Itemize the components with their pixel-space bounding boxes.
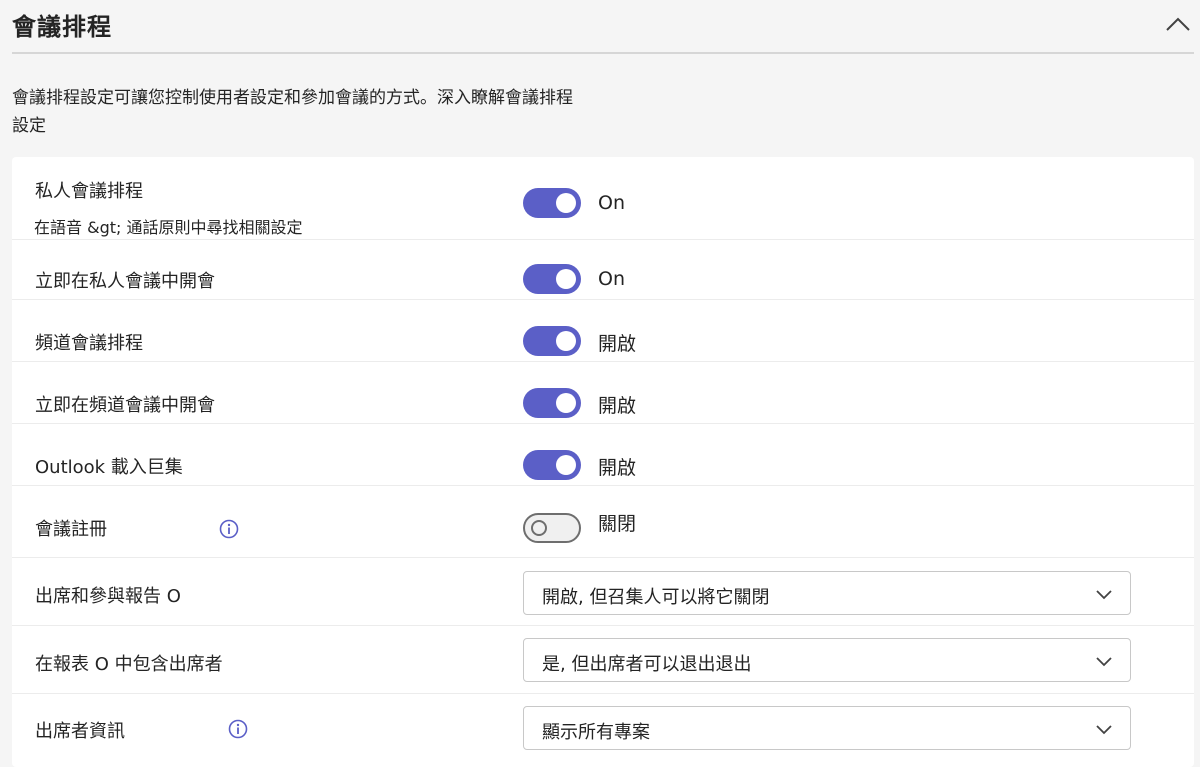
info-icon[interactable] (219, 519, 239, 539)
attendance-report-label: 出席和參與報告 O (35, 586, 181, 607)
private-scheduling-sublabel: 在語音 &gt; 通話原則中尋找相關設定 (34, 218, 303, 237)
attendee-info-value: 顯示所有專案 (542, 722, 650, 743)
meeting-registration-label: 會議註冊 (35, 519, 107, 540)
private-scheduling-state: On (598, 192, 625, 214)
include-attendees-select[interactable]: 是, 但出席者可以退出退出 (523, 638, 1131, 682)
toggle-knob (556, 455, 576, 475)
outlook-addin-state: 開啟 (598, 457, 637, 479)
channel-scheduling-label: 頻道會議排程 (35, 333, 143, 354)
meet-now-channel-label: 立即在頻道會議中開會 (35, 395, 215, 416)
channel-scheduling-toggle[interactable] (523, 326, 581, 356)
meeting-registration-toggle[interactable] (523, 513, 581, 543)
setting-row-meet-now-private: 立即在私人會議中開會 On (12, 239, 1194, 300)
attendee-info-select[interactable]: 顯示所有專案 (523, 706, 1131, 750)
section-title: 會議排程 (12, 12, 112, 41)
toggle-knob (556, 269, 576, 289)
setting-row-meeting-registration: 會議註冊 關閉 (12, 485, 1194, 558)
meeting-registration-state: 關閉 (598, 513, 637, 535)
outlook-addin-label: Outlook 載入巨集 (35, 457, 183, 478)
chevron-down-icon (1096, 725, 1112, 735)
toggle-knob (556, 331, 576, 351)
description-line-2: 設定 (12, 116, 46, 136)
attendee-info-label: 出席者資訊 (35, 721, 125, 742)
setting-row-attendance-report: 出席和參與報告 O 開啟, 但召集人可以將它關閉 (12, 557, 1194, 626)
include-attendees-value: 是, 但出席者可以退出退出 (542, 654, 752, 675)
info-icon[interactable] (228, 719, 248, 739)
meet-now-private-toggle[interactable] (523, 264, 581, 294)
setting-row-outlook-addin: Outlook 載入巨集 開啟 (12, 423, 1194, 486)
section-description: 會議排程設定可讓您控制使用者設定和參加會議的方式。深入瞭解會議排程 設定 (12, 84, 692, 140)
setting-row-include-attendees: 在報表 O 中包含出席者 是, 但出席者可以退出退出 (12, 625, 1194, 694)
toggle-knob (556, 393, 576, 413)
meet-now-channel-state: 開啟 (598, 395, 637, 417)
setting-row-attendee-info: 出席者資訊 顯示所有專案 (12, 693, 1194, 767)
meet-now-channel-toggle[interactable] (523, 388, 581, 418)
chevron-down-icon (1096, 657, 1112, 667)
setting-row-private-scheduling: 私人會議排程 在語音 &gt; 通話原則中尋找相關設定 On (12, 157, 1194, 240)
outlook-addin-toggle[interactable] (523, 450, 581, 480)
section-header: 會議排程 (12, 0, 1194, 54)
private-scheduling-toggle[interactable] (523, 188, 581, 218)
settings-panel: 私人會議排程 在語音 &gt; 通話原則中尋找相關設定 On 立即在私人會議中開… (12, 157, 1194, 767)
toggle-knob (556, 193, 576, 213)
setting-row-channel-scheduling: 頻道會議排程 開啟 (12, 299, 1194, 362)
attendance-report-value: 開啟, 但召集人可以將它關閉 (542, 587, 770, 608)
private-scheduling-label: 私人會議排程 (35, 181, 143, 202)
collapse-button[interactable] (1164, 10, 1192, 38)
description-line-1: 會議排程設定可讓您控制使用者設定和參加會議的方式。深入瞭解會議排程 (12, 88, 573, 108)
attendance-report-select[interactable]: 開啟, 但召集人可以將它關閉 (523, 571, 1131, 615)
chevron-down-icon (1096, 590, 1112, 600)
toggle-knob (531, 520, 547, 536)
channel-scheduling-state: 開啟 (598, 333, 637, 355)
chevron-up-icon (1166, 17, 1190, 31)
include-attendees-label: 在報表 O 中包含出席者 (35, 654, 223, 675)
setting-row-meet-now-channel: 立即在頻道會議中開會 開啟 (12, 361, 1194, 424)
meet-now-private-state: On (598, 268, 625, 290)
meet-now-private-label: 立即在私人會議中開會 (35, 271, 215, 292)
